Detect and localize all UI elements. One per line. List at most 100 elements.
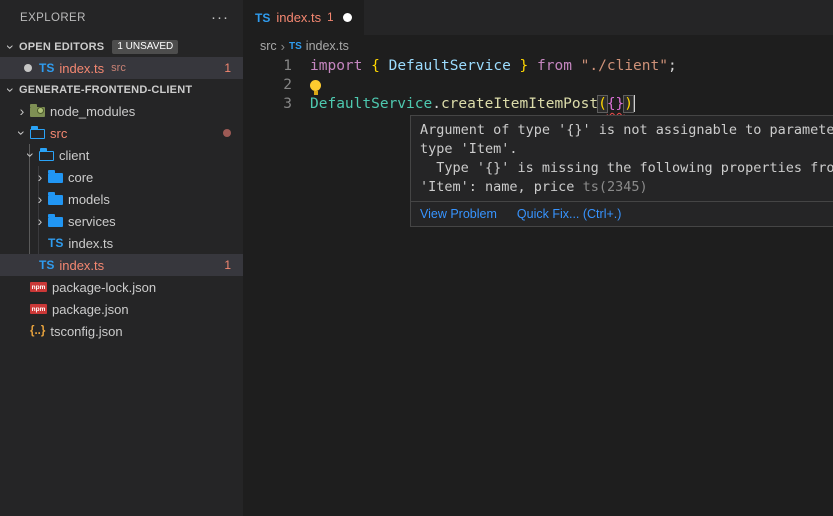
code-token: )	[624, 96, 633, 112]
more-actions-icon[interactable]: ···	[211, 13, 229, 23]
open-editors-header[interactable]: › OPEN EDITORS 1 UNSAVED	[0, 36, 243, 57]
code-line[interactable]: 3DefaultService.createItemItemPost({})	[243, 95, 833, 114]
tree-item-label: package.json	[52, 302, 129, 317]
tree-folder-services[interactable]: › services	[0, 210, 243, 232]
problem-count-badge: 1	[224, 258, 231, 272]
tree-file-index-ts[interactable]: TS index.ts	[0, 232, 243, 254]
code-token: DefaultService	[310, 96, 432, 112]
line-content: DefaultService.createItemItemPost({})	[292, 95, 635, 114]
hover-message-line: Argument of type '{}' is not assignable …	[420, 121, 833, 140]
open-editor-filename: index.ts	[59, 61, 104, 76]
tab-problem-badge: 1	[327, 12, 333, 24]
tree-file-index-ts[interactable]: TSindex.ts1	[0, 254, 243, 276]
tree-folder-core[interactable]: ›core	[0, 166, 243, 188]
chevron-right-icon[interactable]: ›	[32, 191, 48, 207]
file-tree: ›node_modules›src›client›core›models›ser…	[0, 100, 243, 342]
folder-open-icon	[39, 151, 54, 161]
lightbulb-icon[interactable]	[310, 80, 321, 91]
typescript-icon: TS	[39, 258, 54, 272]
modified-folder-dot	[223, 129, 231, 137]
tab-index-ts[interactable]: TS index.ts 1	[243, 0, 364, 35]
code-line[interactable]: 1import { DefaultService } from "./clien…	[243, 57, 833, 76]
tree-item-label: package-lock.json	[52, 280, 156, 295]
typescript-icon: TS	[289, 41, 302, 52]
code-token: "./client"	[581, 58, 668, 74]
code-token	[572, 58, 581, 74]
breadcrumb: src › TS index.ts	[243, 35, 833, 57]
breadcrumb-file[interactable]: index.ts	[306, 39, 349, 53]
tree-item-label: client	[59, 148, 89, 163]
chevron-down-icon[interactable]: ›	[23, 147, 39, 163]
tree-item-label: index.ts	[68, 236, 113, 251]
hover-token: 'Item': name, price	[420, 179, 583, 195]
chevron-right-icon: ›	[281, 39, 285, 54]
sidebar-header: EXPLORER ···	[0, 0, 243, 36]
chevron-right-icon[interactable]: ›	[14, 103, 30, 119]
folder-icon	[48, 173, 63, 183]
code-editor[interactable]: 1import { DefaultService } from "./clien…	[243, 57, 833, 114]
code-token	[380, 58, 389, 74]
tree-file-tsconfig-json[interactable]: {..}tsconfig.json	[0, 320, 243, 342]
tree-folder-models[interactable]: › models	[0, 188, 243, 210]
folder-icon	[48, 195, 63, 205]
typescript-icon: TS	[255, 11, 270, 25]
open-editor-description: src	[111, 62, 126, 74]
hover-action-quick-fix-ctrl[interactable]: Quick Fix... (Ctrl+.)	[517, 207, 622, 221]
tree-item-label: services	[68, 214, 116, 229]
code-token: from	[537, 58, 572, 74]
chevron-down-icon: ›	[3, 39, 19, 55]
tree-folder-src[interactable]: › src	[0, 122, 243, 144]
modified-dot	[24, 64, 32, 72]
typescript-icon: TS	[48, 236, 63, 250]
tree-file-package-lock-json[interactable]: npmpackage-lock.json	[0, 276, 243, 298]
line-number: 2	[243, 76, 292, 95]
tree-file-package-json[interactable]: npm package.json	[0, 298, 243, 320]
npm-icon: npm	[30, 304, 47, 314]
line-content: import { DefaultService } from "./client…	[292, 57, 677, 76]
code-token: .	[432, 96, 441, 112]
editor-area: TS index.ts 1 src › TS index.ts 1import …	[243, 0, 833, 516]
line-number: 1	[243, 57, 292, 76]
code-token: DefaultService	[389, 58, 511, 74]
vscode-window: EXPLORER ··· › OPEN EDITORS 1 UNSAVED TS…	[0, 0, 833, 516]
hover-action-view-problem[interactable]: View Problem	[420, 207, 497, 221]
open-editors-label: OPEN EDITORS	[19, 41, 104, 53]
line-number: 3	[243, 95, 292, 114]
modified-dot[interactable]	[343, 13, 352, 22]
tree-item-label: models	[68, 192, 110, 207]
code-token: createItemItemPost	[441, 96, 598, 112]
hover-actions-bar: View Problem Quick Fix... (Ctrl+.)	[411, 201, 833, 226]
line-content	[292, 76, 321, 95]
workspace-header[interactable]: › GENERATE-FRONTEND-CLIENT	[0, 79, 243, 100]
code-token: import	[310, 58, 362, 74]
folder-open-icon	[30, 129, 45, 139]
tree-item-label: src	[50, 126, 67, 141]
code-token	[362, 58, 371, 74]
tree-item-label: tsconfig.json	[50, 324, 122, 339]
code-line[interactable]: 2	[243, 76, 833, 95]
chevron-down-icon[interactable]: ›	[14, 125, 30, 141]
open-editor-item[interactable]: TSindex.tssrc1	[0, 57, 243, 79]
code-token: {	[371, 58, 380, 74]
hover-message-line: 'Item': name, price ts(2345)	[420, 178, 833, 197]
node-modules-folder-icon	[30, 107, 45, 117]
hover-token: Type '{}' is missing the following prope…	[420, 160, 833, 176]
chevron-right-icon[interactable]: ›	[32, 169, 48, 185]
breadcrumb-folder[interactable]: src	[260, 39, 277, 53]
code-token: }	[520, 58, 529, 74]
hover-message: Argument of type '{}' is not assignable …	[411, 116, 833, 201]
explorer-title: EXPLORER	[20, 12, 86, 24]
code-token	[528, 58, 537, 74]
hover-message-line: Type '{}' is missing the following prope…	[420, 159, 833, 178]
hover-message-line: type 'Item'.	[420, 140, 833, 159]
code-token	[511, 58, 520, 74]
workspace-label: GENERATE-FRONTEND-CLIENT	[19, 84, 192, 96]
folder-icon	[48, 217, 63, 227]
code-token: (	[598, 96, 607, 112]
open-editors-list: TSindex.tssrc1	[0, 57, 243, 79]
tree-folder-node-modules[interactable]: ›node_modules	[0, 100, 243, 122]
error-hover-tooltip: Argument of type '{}' is not assignable …	[410, 115, 833, 227]
tree-folder-client[interactable]: › client	[0, 144, 243, 166]
hover-token: ts(2345)	[583, 179, 648, 195]
chevron-right-icon[interactable]: ›	[32, 213, 48, 229]
